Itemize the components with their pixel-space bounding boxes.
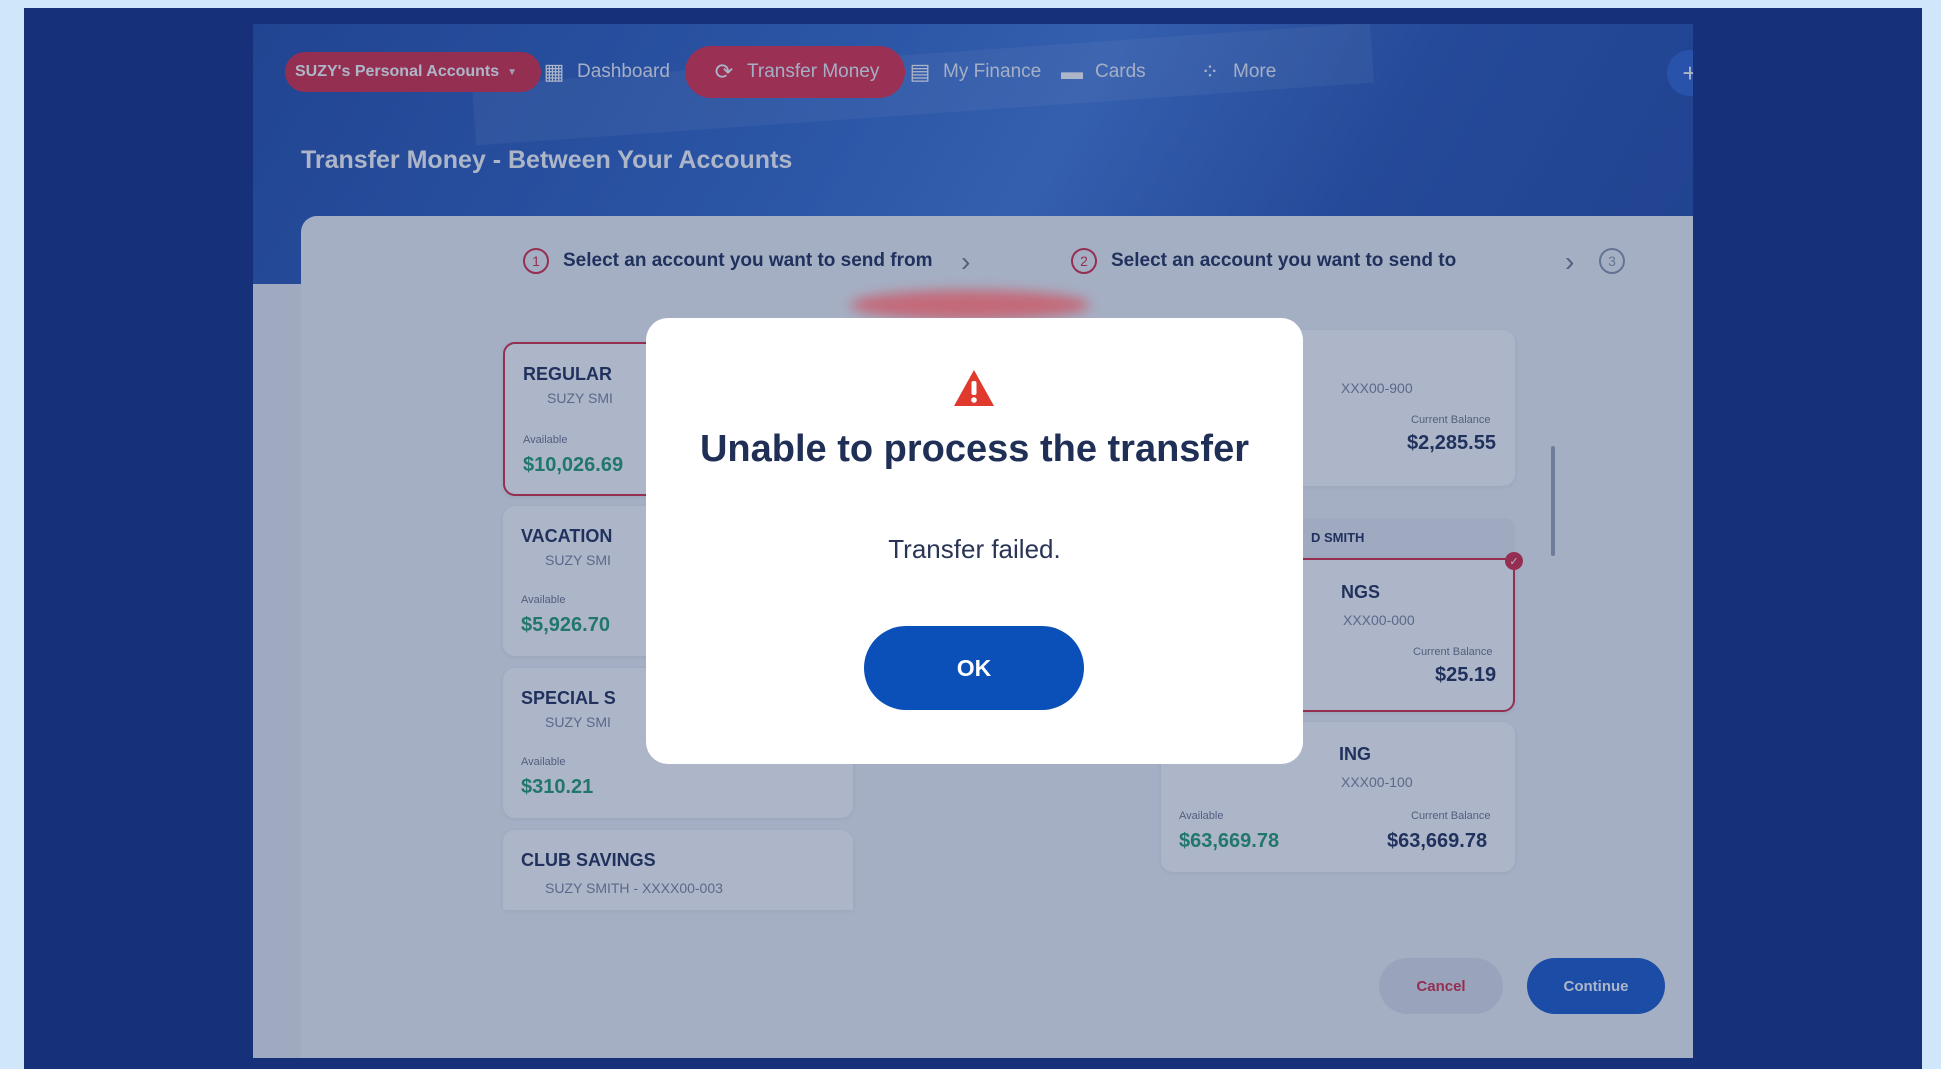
dialog-message: Transfer failed. bbox=[888, 534, 1061, 564]
backdrop-highlight bbox=[850, 290, 1090, 320]
error-dialog: Unable to process the transfer Transfer … bbox=[646, 318, 1303, 764]
dialog-title: Unable to process the transfer bbox=[699, 428, 1250, 470]
warning-icon bbox=[954, 370, 994, 406]
ok-button[interactable]: OK bbox=[864, 626, 1084, 710]
